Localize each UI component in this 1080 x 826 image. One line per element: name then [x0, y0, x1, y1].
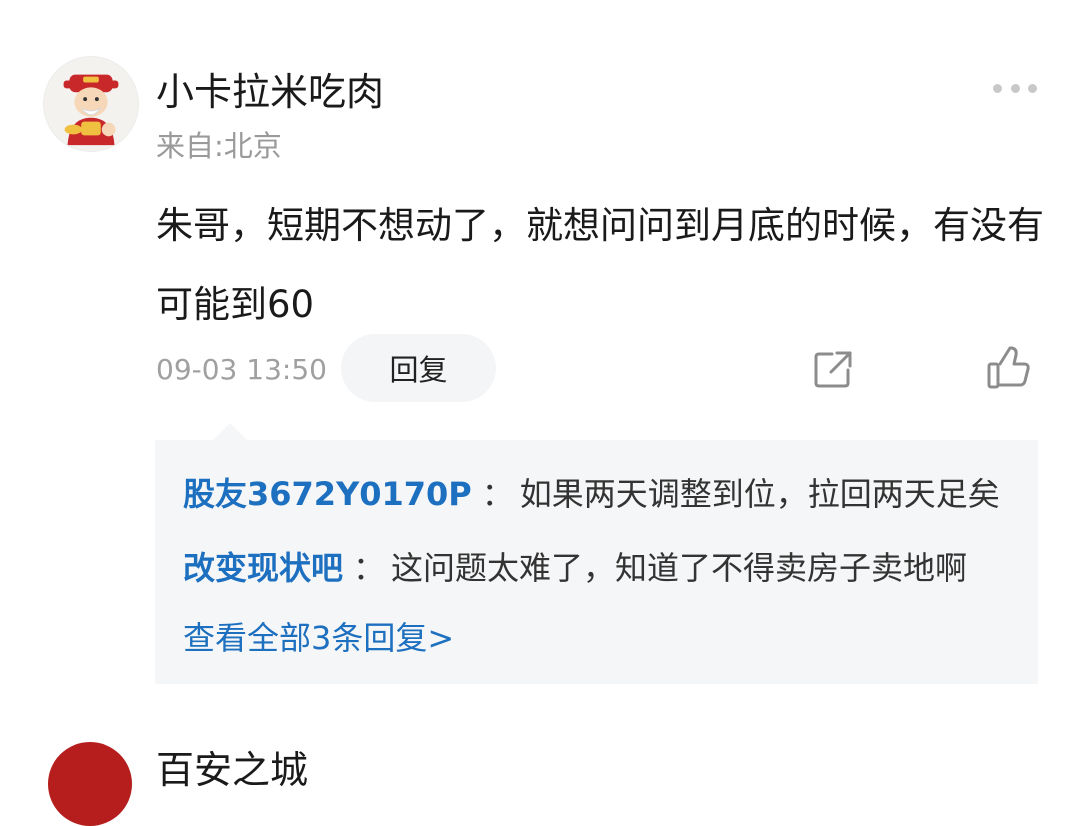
replies-panel: 股友3672Y0170P：如果两天调整到位，拉回两天足矣 改变现状吧：这问题太难… [155, 440, 1038, 684]
replies-pointer [212, 423, 248, 441]
reply-author[interactable]: 改变现状吧 [183, 549, 343, 587]
share-icon[interactable] [812, 348, 854, 390]
comment-timestamp: 09-03 13:50 [156, 353, 327, 386]
reply-item[interactable]: 改变现状吧 ：这问题太难了，知道了不得卖房子卖地啊 [183, 548, 967, 588]
reply-author[interactable]: 股友3672Y0170P [183, 475, 472, 513]
more-dots-icon [1010, 83, 1020, 93]
more-dots-icon [1028, 83, 1037, 93]
reply-separator: ： [481, 475, 514, 513]
more-dots-icon [993, 83, 1002, 93]
comment-location: 来自:北京 [156, 129, 282, 163]
reply-text: 如果两天调整到位，拉回两天足矣 [519, 475, 1000, 513]
comment-content: 朱哥，短期不想动了，就想问问到月底的时候，有没有可能到60 [156, 204, 1044, 326]
god-of-wealth-avatar-icon [44, 57, 138, 151]
avatar[interactable] [43, 56, 139, 152]
comment-username[interactable]: 小卡拉米吃肉 [156, 70, 384, 114]
reply-separator: ： [353, 549, 386, 587]
view-all-replies-link[interactable]: 查看全部3条回复> [183, 618, 454, 658]
thumbs-up-icon[interactable] [986, 345, 1032, 391]
more-options-button[interactable] [993, 78, 1037, 98]
reply-item[interactable]: 股友3672Y0170P：如果两天调整到位，拉回两天足矣 [183, 474, 1000, 514]
next-comment-avatar[interactable] [48, 742, 132, 826]
reply-button[interactable]: 回复 [341, 334, 496, 402]
next-comment-username[interactable]: 百安之城 [156, 748, 308, 792]
reply-text: 这问题太难了，知道了不得卖房子卖地啊 [391, 549, 968, 587]
